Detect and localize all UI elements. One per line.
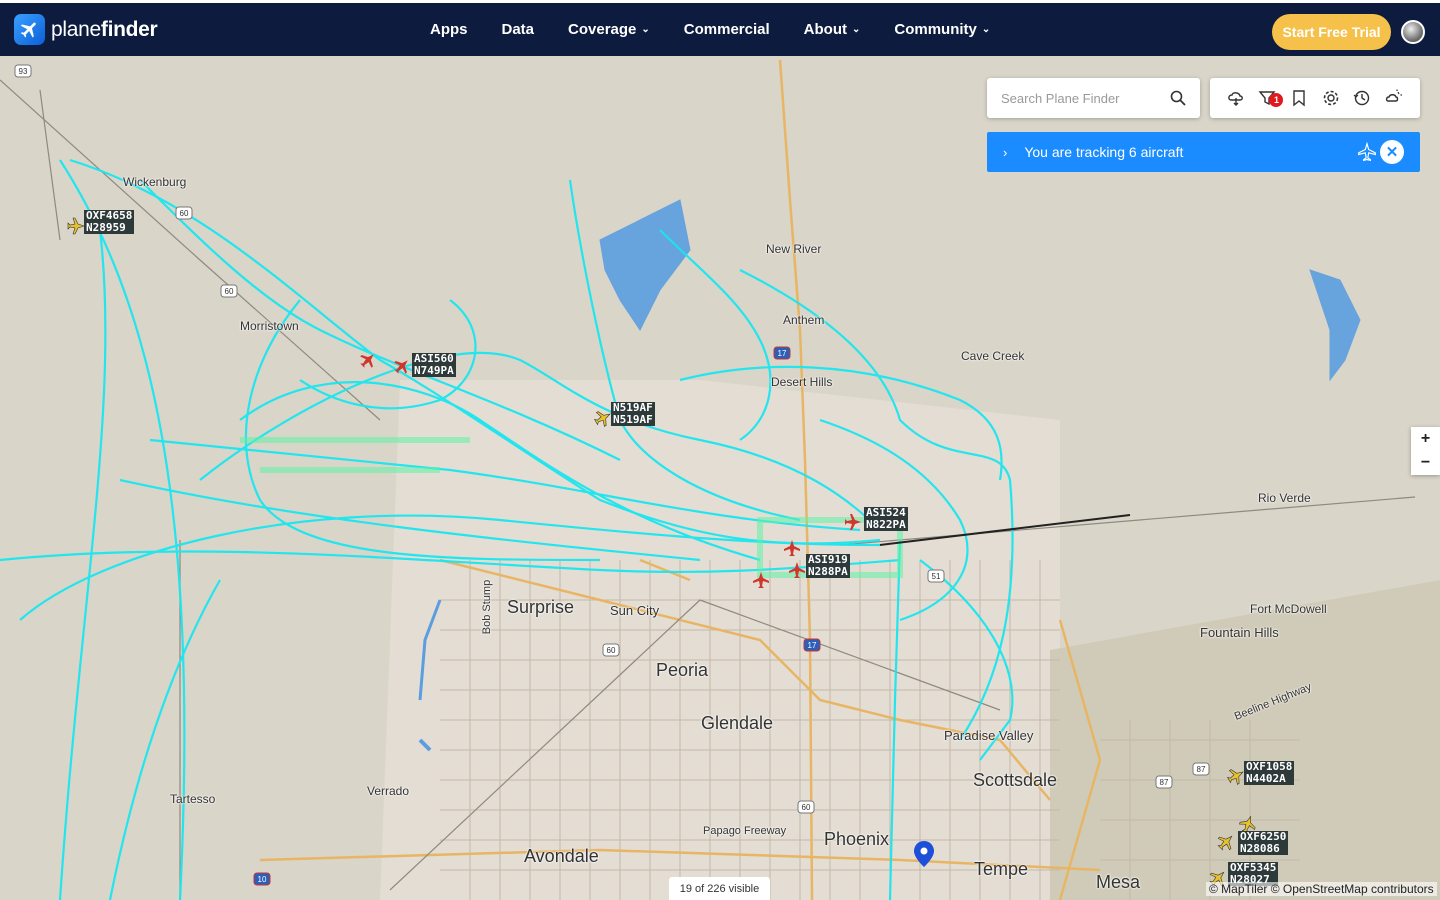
nav-commercial[interactable]: Commercial <box>684 21 770 38</box>
place-label: Mesa <box>1096 872 1141 892</box>
nav-about[interactable]: About ⌄ <box>804 21 861 38</box>
place-label: Anthem <box>783 313 825 327</box>
main-nav: Apps Data Coverage ⌄ Commercial About ⌄ Co… <box>430 21 1024 38</box>
place-label: Fort McDowell <box>1250 602 1327 616</box>
place-label: Paradise Valley <box>944 728 1034 743</box>
place-label: Bob Stump <box>481 579 494 635</box>
tracking-text: You are tracking 6 aircraft <box>1024 144 1184 160</box>
place-label: Fountain Hills <box>1200 625 1279 640</box>
place-label: Cave Creek <box>961 349 1025 363</box>
map-attribution[interactable]: © MapTiler © OpenStreetMap contributors <box>1206 882 1437 896</box>
chevron-down-icon: ⌄ <box>851 24 861 35</box>
planefinder-logo[interactable]: planefinder <box>14 14 158 45</box>
close-icon[interactable]: ✕ <box>1380 140 1404 164</box>
shield-60b: 60 <box>225 287 234 296</box>
visible-count: 19 of 226 visible <box>669 877 770 900</box>
tracking-banner[interactable]: › You are tracking 6 aircraft ✕ <box>987 132 1420 172</box>
aircraft-tag[interactable]: N519AF N519AF <box>611 402 655 426</box>
shield-51: 51 <box>932 572 941 581</box>
place-label: Papago Freeway <box>703 825 787 837</box>
chevron-down-icon: ⌄ <box>641 24 650 35</box>
shield-60d: 60 <box>802 803 811 812</box>
zoom-control: + − <box>1411 427 1440 475</box>
nav-community[interactable]: Community ⌄ <box>894 21 990 38</box>
start-free-trial-button[interactable]: Start Free Trial <box>1272 14 1391 50</box>
plane-outline-icon <box>1358 142 1376 162</box>
place-label: Phoenix <box>824 829 890 849</box>
plane-logo-icon <box>14 14 45 45</box>
shield-87b: 87 <box>1197 765 1206 774</box>
nav-coverage[interactable]: Coverage ⌄ <box>568 21 650 38</box>
map-toolbar: 1 <box>1210 78 1420 118</box>
place-label: Avondale <box>524 846 599 866</box>
flight-map[interactable]: 93 60 60 17 17 60 51 10 87 87 60 Wickenb… <box>0 56 1440 900</box>
filter-button[interactable]: 1 <box>1258 89 1284 107</box>
logo-wordmark: planefinder <box>51 17 158 41</box>
place-label: New River <box>766 242 822 256</box>
aircraft-tag[interactable]: OXF1058 N4402A <box>1244 761 1295 785</box>
history-icon[interactable] <box>1353 89 1371 107</box>
place-label: Sun City <box>610 603 660 618</box>
chevron-down-icon: ⌄ <box>981 24 991 35</box>
zoom-in-button[interactable]: + <box>1411 427 1440 451</box>
weather-icon[interactable] <box>1385 89 1403 107</box>
cloud-icon[interactable] <box>1227 89 1245 107</box>
aircraft-tag[interactable]: ASI919 N288PA <box>806 554 850 578</box>
bookmark-icon[interactable] <box>1290 89 1308 107</box>
shield-87: 87 <box>1160 778 1169 787</box>
place-label: Peoria <box>656 660 709 680</box>
place-label: Glendale <box>701 713 774 733</box>
search-input[interactable] <box>1001 90 1161 106</box>
aircraft-tag[interactable]: OXF4658 N28959 <box>84 210 135 234</box>
place-label: Morristown <box>240 319 299 333</box>
shield-60: 60 <box>180 209 189 218</box>
shield-i17b: 17 <box>808 641 817 650</box>
place-label: Wickenburg <box>123 175 187 189</box>
place-label: Verrado <box>367 784 410 798</box>
search-box <box>987 78 1200 118</box>
shield-93: 93 <box>19 67 28 76</box>
place-label: Rio Verde <box>1258 491 1311 505</box>
nav-apps[interactable]: Apps <box>430 21 468 38</box>
chevron-right-icon[interactable]: › <box>1003 145 1007 160</box>
map-canvas: 93 60 60 17 17 60 51 10 87 87 60 <box>0 56 1440 900</box>
place-label: Scottsdale <box>973 770 1058 790</box>
shield-60c: 60 <box>607 646 616 655</box>
shield-i17: 17 <box>778 349 787 358</box>
settings-icon[interactable] <box>1322 89 1340 107</box>
place-label: Surprise <box>507 597 575 617</box>
user-avatar-icon[interactable] <box>1401 20 1425 44</box>
aircraft-tag[interactable]: OXF6250 N28086 <box>1238 831 1289 855</box>
place-label: Tartesso <box>170 792 216 806</box>
place-label: Desert Hills <box>771 375 833 389</box>
place-label: Tempe <box>974 859 1029 879</box>
aircraft-tag[interactable]: ASI560 N749PA <box>412 353 456 377</box>
top-navigation-bar: planefinder Apps Data Coverage ⌄ Commerci… <box>0 0 1440 56</box>
nav-data[interactable]: Data <box>502 21 535 38</box>
filter-count-badge: 1 <box>1269 93 1284 107</box>
zoom-out-button[interactable]: − <box>1411 451 1440 475</box>
shield-i10: 10 <box>258 875 267 884</box>
aircraft-tag[interactable]: ASI524 N822PA <box>864 507 908 531</box>
search-icon[interactable] <box>1170 90 1186 106</box>
